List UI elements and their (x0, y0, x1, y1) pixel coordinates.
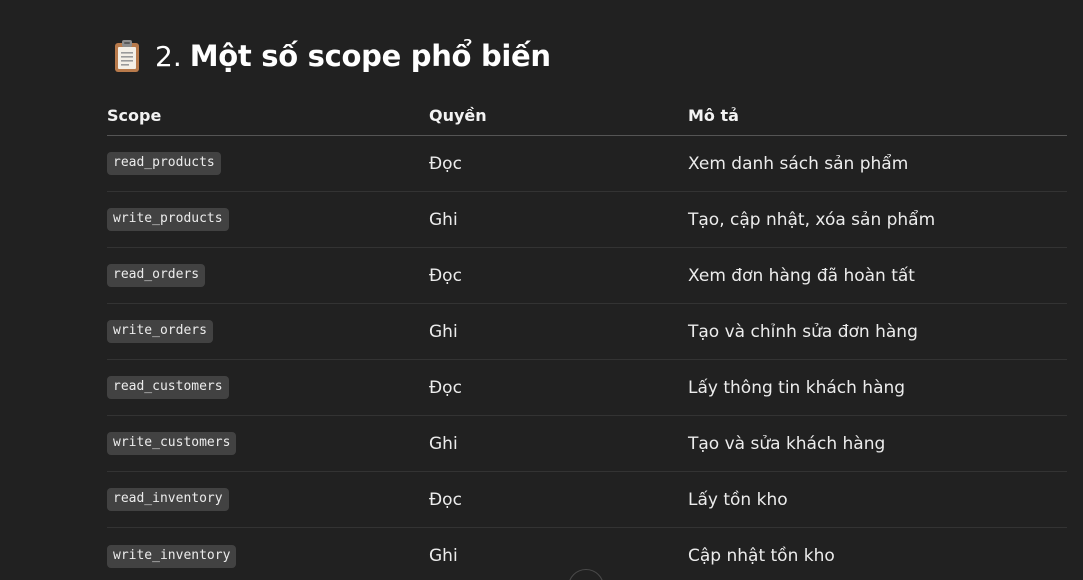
scope-code: write_orders (107, 320, 213, 343)
scope-code: write_products (107, 208, 229, 231)
clipboard-icon (115, 40, 139, 72)
section-number: 2. (155, 39, 182, 73)
permission-cell: Đọc (429, 153, 462, 174)
table-row: read_products Đọc Xem danh sách sản phẩm (107, 136, 1067, 192)
column-header-description: Mô tả (688, 106, 739, 125)
permission-cell: Đọc (429, 489, 462, 510)
description-cell: Lấy thông tin khách hàng (688, 377, 906, 398)
table-row: read_customers Đọc Lấy thông tin khách h… (107, 360, 1067, 416)
table-row: read_inventory Đọc Lấy tồn kho (107, 472, 1067, 528)
scope-code: write_customers (107, 432, 237, 455)
permission-cell: Ghi (429, 321, 458, 342)
permission-cell: Đọc (429, 265, 462, 286)
description-cell: Xem đơn hàng đã hoàn tất (688, 265, 915, 286)
column-header-permission: Quyền (429, 106, 487, 125)
scope-code: write_inventory (107, 544, 237, 568)
table-row: write_products Ghi Tạo, cập nhật, xóa sả… (107, 192, 1067, 248)
permission-cell: Ghi (429, 433, 458, 454)
scope-code: read_orders (107, 264, 206, 287)
table-header-row: Scope Quyền Mô tả (107, 96, 1067, 136)
permission-cell: Đọc (429, 377, 462, 398)
description-cell: Lấy tồn kho (688, 489, 788, 510)
description-cell: Tạo và chỉnh sửa đơn hàng (688, 321, 918, 342)
scope-code: read_products (107, 152, 221, 175)
scopes-table: Scope Quyền Mô tả read_products Đọc Xem … (107, 96, 1067, 580)
section-heading: 2. Một số scope phổ biến (113, 36, 551, 76)
permission-cell: Ghi (429, 209, 458, 230)
scope-code: read_inventory (107, 488, 229, 511)
table-row: write_orders Ghi Tạo và chỉnh sửa đơn hà… (107, 304, 1067, 360)
description-cell: Tạo và sửa khách hàng (688, 433, 886, 454)
section-title: Một số scope phổ biến (189, 39, 551, 73)
table-row: read_orders Đọc Xem đơn hàng đã hoàn tất (107, 248, 1067, 304)
column-header-scope: Scope (107, 106, 162, 125)
permission-cell: Ghi (429, 546, 458, 566)
description-cell: Xem danh sách sản phẩm (688, 153, 909, 174)
scope-code: read_customers (107, 376, 229, 399)
description-cell: Tạo, cập nhật, xóa sản phẩm (688, 209, 936, 230)
description-cell: Cập nhật tồn kho (688, 546, 835, 566)
table-row: write_customers Ghi Tạo và sửa khách hàn… (107, 416, 1067, 472)
